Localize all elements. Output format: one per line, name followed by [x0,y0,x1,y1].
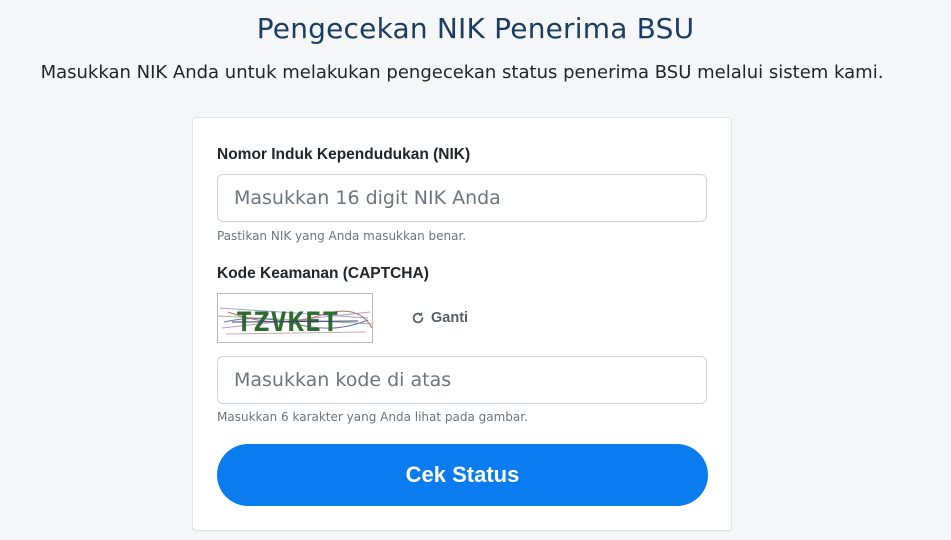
captcha-input[interactable] [217,356,707,404]
refresh-label: Ganti [431,310,469,326]
captcha-label: Kode Keamanan (CAPTCHA) [217,265,429,282]
captcha-text: TZVKET [236,307,340,338]
nik-input[interactable] [217,174,707,222]
page-subtitle: Masukkan NIK Anda untuk melakukan pengec… [40,62,884,83]
captcha-graphic: TZVKET [218,307,372,338]
captcha-refresh-button[interactable]: Ganti [411,310,468,326]
nik-label: Nomor Induk Kependudukan (NIK) [217,146,471,163]
refresh-icon [412,312,424,324]
nik-hint: Pastikan NIK yang Anda masukkan benar. [217,229,467,243]
check-status-button[interactable]: Cek Status [217,444,708,506]
nik-check-card: Nomor Induk Kependudukan (NIK) Pastikan … [192,117,732,531]
captcha-image: TZVKET [217,293,373,343]
captcha-hint: Masukkan 6 karakter yang Anda lihat pada… [217,410,528,424]
page-title: Pengecekan NIK Penerima BSU [256,12,695,45]
